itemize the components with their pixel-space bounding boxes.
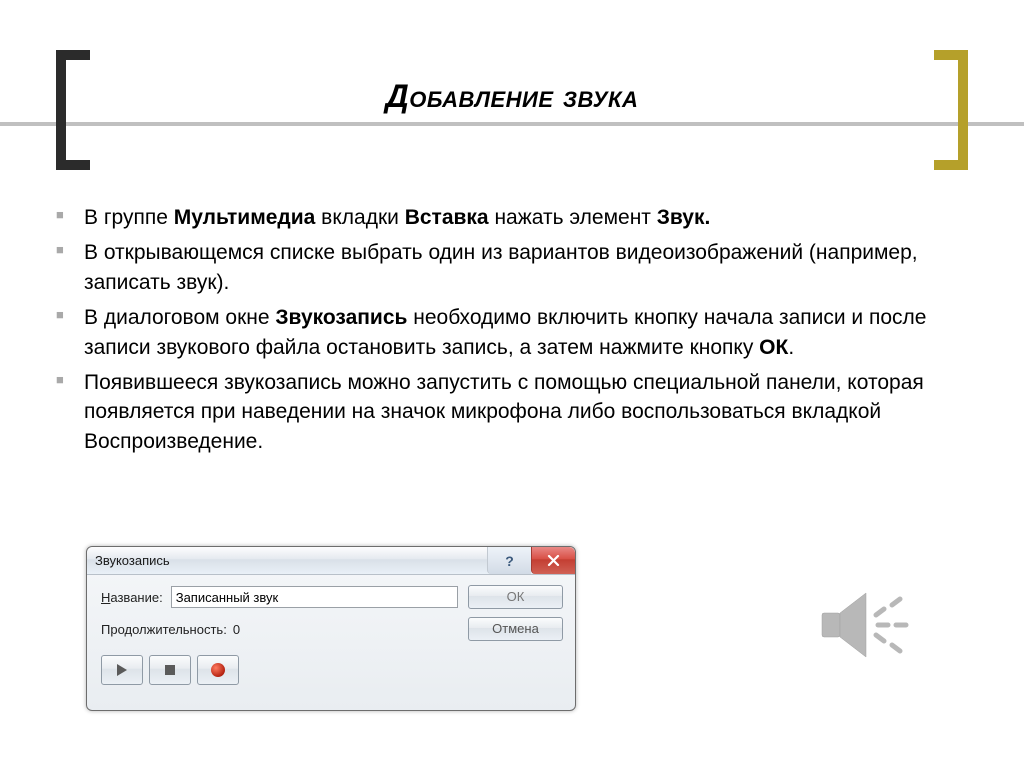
play-button[interactable] <box>101 655 143 685</box>
help-button[interactable]: ? <box>487 547 531 574</box>
text-run: Появившееся звукозапись можно запустить … <box>84 371 924 453</box>
text-run: вкладки <box>315 206 404 229</box>
transport-controls <box>101 655 458 685</box>
name-label: Название: <box>101 590 163 605</box>
bold-text: ОК <box>759 336 788 359</box>
sound-record-dialog: Звукозапись ? Название: ОК Продолжительн… <box>86 546 576 711</box>
window-buttons: ? <box>487 547 575 574</box>
dialog-titlebar[interactable]: Звукозапись ? <box>87 547 575 575</box>
list-item: Появившееся звукозапись можно запустить … <box>56 368 968 456</box>
page-title: Добавление звука <box>0 78 1024 115</box>
name-row: Название: <box>101 586 458 608</box>
play-icon <box>117 664 127 676</box>
help-icon: ? <box>505 553 514 569</box>
bold-text: Вставка <box>405 206 489 229</box>
record-button[interactable] <box>197 655 239 685</box>
text-run: . <box>788 336 794 359</box>
list-item: В открывающемся списке выбрать один из в… <box>56 238 968 297</box>
name-input[interactable] <box>171 586 458 608</box>
close-button[interactable] <box>531 547 575 574</box>
bold-text: Звук. <box>657 206 711 229</box>
stop-button[interactable] <box>149 655 191 685</box>
dialog-title: Звукозапись <box>95 553 170 568</box>
record-icon <box>211 663 225 677</box>
cancel-button[interactable]: Отмена <box>468 617 563 641</box>
duration-value: 0 <box>233 622 240 637</box>
list-item: В диалоговом окне Звукозапись необходимо… <box>56 303 968 362</box>
header-rule <box>0 122 1024 126</box>
text-run: нажать элемент <box>489 206 657 229</box>
text-run: В группе <box>84 206 174 229</box>
speaker-icon <box>814 575 934 675</box>
list-item: В группе Мультимедиа вкладки Вставка наж… <box>56 203 968 232</box>
content-area: В группе Мультимедиа вкладки Вставка наж… <box>56 203 968 462</box>
bold-text: Звукозапись <box>275 306 407 329</box>
dialog-body: Название: ОК Продолжительность: 0 Отмена <box>87 575 575 693</box>
bullet-list: В группе Мультимедиа вкладки Вставка наж… <box>56 203 968 456</box>
stop-icon <box>165 665 175 675</box>
duration-label: Продолжительность: <box>101 622 227 637</box>
text-run: В открывающемся списке выбрать один из в… <box>84 241 918 293</box>
close-icon <box>547 555 560 566</box>
text-run: В диалоговом окне <box>84 306 275 329</box>
bold-text: Мультимедиа <box>174 206 316 229</box>
duration-row: Продолжительность: 0 <box>101 622 458 637</box>
ok-button[interactable]: ОК <box>468 585 563 609</box>
